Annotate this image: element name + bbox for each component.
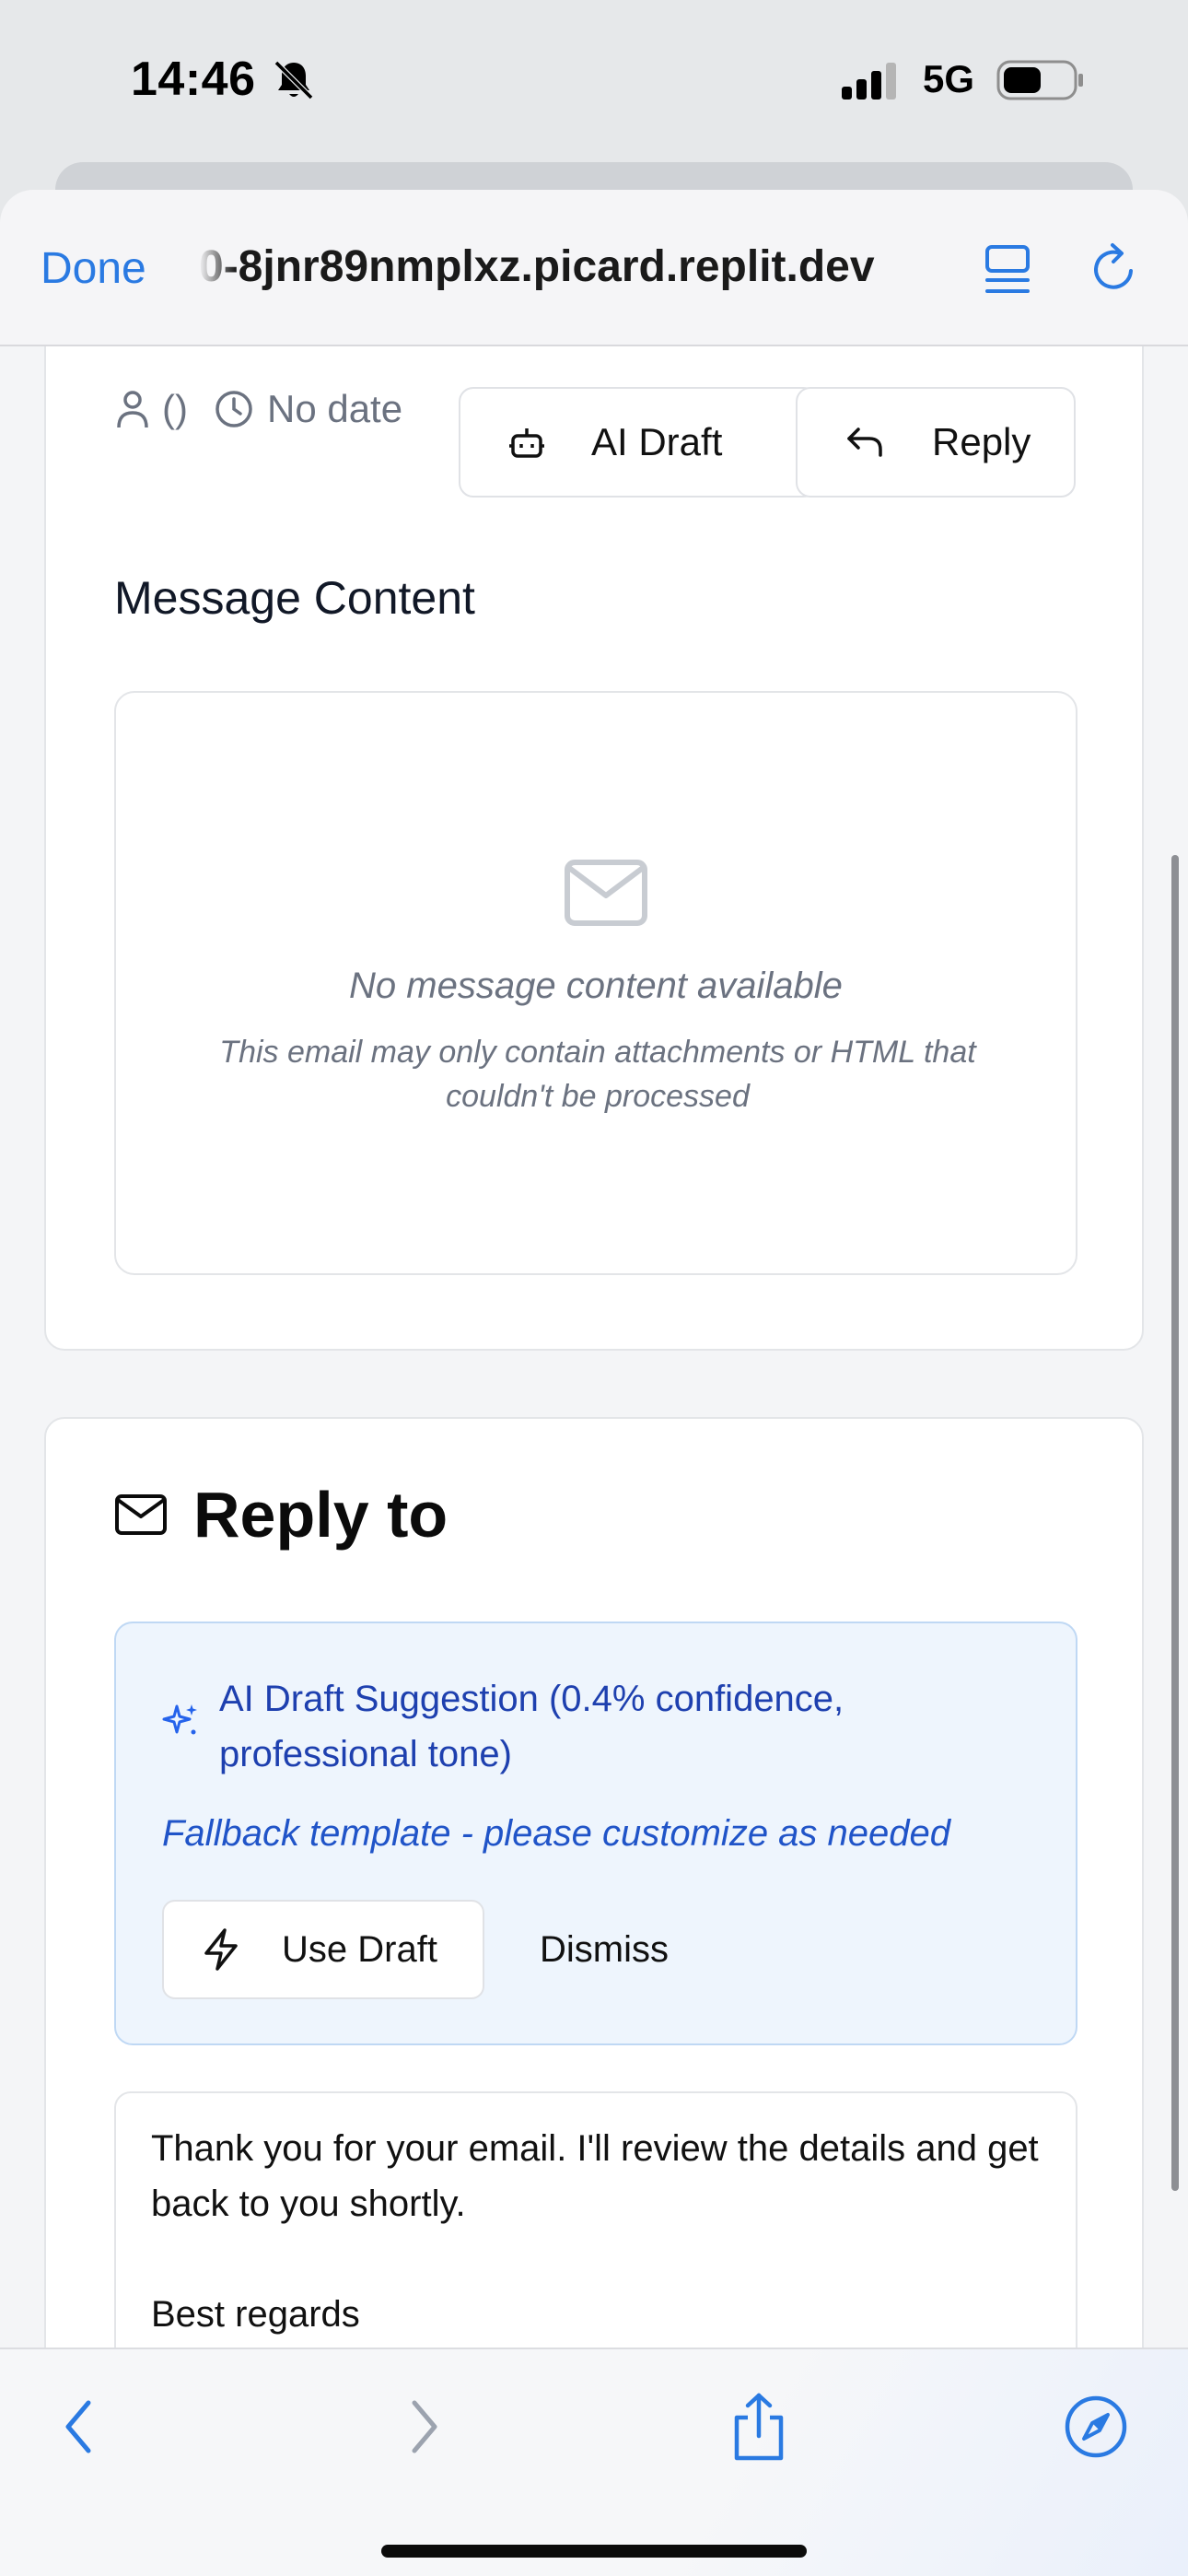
home-indicator[interactable] — [381, 2545, 807, 2558]
sender-text: () — [162, 387, 188, 430]
use-draft-label: Use Draft — [282, 1928, 437, 1970]
empty-message-box: No message content available This email … — [114, 691, 1077, 1275]
share-button[interactable] — [722, 2390, 796, 2464]
status-time: 14:46 — [131, 53, 256, 106]
status-bar: 14:46 5G — [0, 0, 1188, 166]
ai-draft-suggestion: AI Draft Suggestion (0.4% confidence, pr… — [114, 1622, 1077, 2045]
bot-icon — [509, 428, 544, 458]
sparkle-icon — [162, 1704, 197, 1735]
ai-draft-button[interactable]: AI Draft — [459, 387, 818, 498]
date-text: No date — [266, 387, 403, 430]
forward-button[interactable] — [387, 2390, 460, 2464]
compass-button[interactable] — [1059, 2390, 1133, 2464]
lightning-icon — [204, 1928, 238, 1971]
message-meta: () No date — [116, 387, 428, 431]
draft-heading: AI Draft Suggestion (0.4% confidence, pr… — [219, 1679, 844, 1774]
user-icon — [117, 391, 148, 428]
reply-heading: Reply to — [114, 1478, 448, 1551]
mail-icon — [115, 1494, 167, 1535]
done-button[interactable]: Done — [41, 243, 146, 294]
dismiss-button[interactable]: Dismiss — [540, 1900, 669, 1999]
reply-card: Reply to AI Draft Suggestion (0.4% confi… — [44, 1417, 1144, 2348]
reply-label: Reply — [932, 420, 1031, 463]
reply-textarea[interactable]: Thank you for your email. I'll review th… — [114, 2091, 1077, 2348]
draft-note: Fallback template - please customize as … — [162, 1813, 951, 1854]
empty-message-title: No message content available — [349, 966, 843, 1006]
message-content-title: Message Content — [114, 572, 475, 624]
url-fade — [199, 234, 236, 299]
browser-top-bar: Done 0-8jnr89nmplxz.picard.replit.dev — [0, 190, 1188, 346]
back-button[interactable] — [42, 2390, 116, 2464]
clock-icon — [215, 391, 252, 427]
date-meta: No date — [214, 387, 402, 431]
forward-icon — [412, 2400, 437, 2453]
battery-icon — [996, 60, 1083, 100]
compass-icon — [1065, 2395, 1127, 2458]
back-icon — [65, 2400, 91, 2453]
use-draft-button[interactable]: Use Draft — [162, 1900, 484, 1999]
empty-message-subtitle: This email may only contain attachments … — [219, 1035, 976, 1114]
share-icon — [734, 2393, 784, 2461]
mail-icon — [565, 860, 647, 926]
browser-bottom-bar — [0, 2348, 1188, 2576]
reply-title-text: Reply to — [193, 1479, 448, 1551]
signal-icon — [842, 63, 896, 100]
reply-button[interactable]: Reply — [796, 387, 1076, 498]
bell-slash-icon — [274, 60, 314, 100]
network-label: 5G — [923, 57, 975, 100]
web-page: () No date AI Draft Reply Message Conten… — [0, 346, 1188, 2348]
scrollbar[interactable] — [1171, 855, 1179, 2191]
sender-meta: () — [116, 387, 188, 431]
message-card: () No date AI Draft Reply Message Conten… — [44, 346, 1144, 1351]
url-field[interactable]: 0-8jnr89nmplxz.picard.replit.dev — [199, 241, 945, 292]
reply-arrow-icon — [847, 427, 882, 457]
reader-icon[interactable] — [982, 241, 1033, 297]
ai-draft-label: AI Draft — [591, 420, 723, 463]
reload-icon[interactable] — [1087, 241, 1142, 297]
